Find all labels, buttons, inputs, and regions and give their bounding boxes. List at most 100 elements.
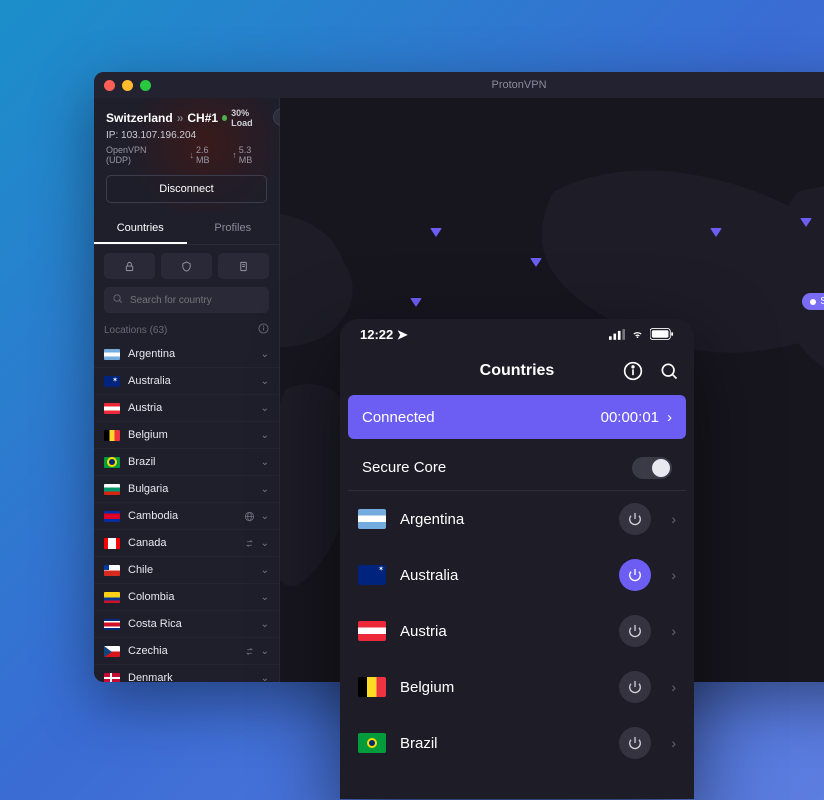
mobile-country-name: Austria (400, 623, 605, 640)
power-button[interactable] (619, 615, 651, 647)
country-item[interactable]: Chile⌄ (94, 557, 279, 584)
tor-filter-button[interactable] (161, 253, 212, 279)
flag-icon (104, 592, 120, 603)
chevron-down-icon: ⌄ (261, 619, 269, 630)
power-button[interactable] (619, 727, 651, 759)
globe-icon (244, 511, 255, 522)
country-item[interactable]: Belgium⌄ (94, 422, 279, 449)
power-button[interactable] (619, 559, 651, 591)
close-window-button[interactable] (104, 80, 115, 91)
download-speed: ↓ 2.6 MB (190, 145, 225, 165)
flag-icon (358, 677, 386, 697)
server-marker-icon[interactable] (430, 228, 442, 237)
mobile-country-list[interactable]: Argentina›Australia›Austria›Belgium›Braz… (340, 491, 694, 799)
country-item[interactable]: Costa Rica ⌄ (94, 611, 279, 638)
mobile-time: 12:22 ➤ (360, 327, 408, 343)
mobile-country-name: Belgium (400, 679, 605, 696)
country-name: Canada (128, 537, 236, 549)
chevron-down-icon: ⌄ (261, 457, 269, 468)
chevron-down-icon: ⌄ (261, 673, 269, 683)
secure-core-row: Secure Core (348, 445, 686, 491)
chevron-down-icon: ⌄ (261, 376, 269, 387)
mobile-country-item[interactable]: Australia› (340, 547, 694, 603)
zoom-window-button[interactable] (140, 80, 151, 91)
server-marker-icon[interactable] (710, 228, 722, 237)
flag-icon (358, 733, 386, 753)
disconnect-button[interactable]: Disconnect (106, 175, 267, 203)
connection-server: CH#1 (187, 111, 218, 125)
server-marker-icon[interactable] (530, 258, 542, 267)
mobile-country-name: Brazil (400, 735, 605, 752)
country-name: Brazil (128, 456, 253, 468)
search-icon (112, 293, 123, 307)
country-item[interactable]: Czechia ⌄ (94, 638, 279, 665)
chevron-down-icon: ⌄ (261, 646, 269, 657)
mobile-country-item[interactable]: Argentina› (340, 491, 694, 547)
flag-icon (104, 511, 120, 522)
sidebar-tabs: Countries Profiles (94, 213, 279, 245)
mobile-status-bar: 12:22 ➤ (340, 319, 694, 351)
mobile-app: 12:22 ➤ Countries Connected 00:00:01 › S… (340, 319, 694, 799)
country-item[interactable]: Bulgaria⌄ (94, 476, 279, 503)
mobile-country-item[interactable]: Austria› (340, 603, 694, 659)
tab-countries[interactable]: Countries (94, 213, 187, 244)
server-marker-icon[interactable] (800, 218, 812, 227)
country-list[interactable]: Argentina⌄Australia⌄Austria⌄Belgium⌄Braz… (94, 341, 279, 682)
country-item[interactable]: Austria⌄ (94, 395, 279, 422)
chevron-down-icon: ⌄ (261, 349, 269, 360)
power-button[interactable] (619, 671, 651, 703)
mobile-country-item[interactable]: Belgium› (340, 659, 694, 715)
power-button[interactable] (619, 503, 651, 535)
info-button[interactable] (622, 360, 644, 382)
chevron-down-icon: ⌄ (261, 538, 269, 549)
country-item[interactable]: Argentina⌄ (94, 341, 279, 368)
country-item[interactable]: Canada ⌄ (94, 530, 279, 557)
country-item[interactable]: Colombia ⌄ (94, 584, 279, 611)
connection-header: ‹ Switzerland » CH#1 30% Load IP: 103.10… (94, 98, 279, 213)
country-name: Bulgaria (128, 483, 253, 495)
country-name: Australia (128, 375, 253, 387)
mobile-timer: 00:00:01 (601, 409, 659, 426)
traffic-lights (104, 80, 151, 91)
mobile-country-item[interactable]: Brazil› (340, 715, 694, 771)
chevron-right-icon: › (671, 511, 676, 527)
country-item[interactable]: Australia ⌄ (94, 368, 279, 395)
flag-icon (104, 457, 120, 468)
flag-icon (104, 430, 120, 441)
country-name: Colombia (128, 591, 253, 603)
flag-icon (104, 565, 120, 576)
mobile-header: Countries (340, 351, 694, 391)
battery-icon (650, 328, 674, 343)
titlebar: ProtonVPN (94, 72, 824, 98)
country-item[interactable]: Brazil ⌄ (94, 449, 279, 476)
shield-icon (181, 261, 192, 272)
country-name: Costa Rica (128, 618, 253, 630)
country-name: Czechia (128, 645, 236, 657)
document-icon (238, 261, 249, 272)
country-name: Chile (128, 564, 253, 576)
chevron-down-icon: ⌄ (261, 592, 269, 603)
country-item[interactable]: Denmark⌄ (94, 665, 279, 682)
search-input[interactable] (104, 287, 269, 313)
chevron-down-icon: ⌄ (261, 403, 269, 414)
search-button[interactable] (658, 360, 680, 382)
p2p-filter-button[interactable] (218, 253, 269, 279)
secure-core-toggle[interactable] (632, 457, 672, 479)
upload-speed: ↑ 5.3 MB (232, 145, 267, 165)
chevron-down-icon: ⌄ (261, 430, 269, 441)
flag-icon (104, 484, 120, 495)
chevron-right-icon: › (671, 567, 676, 583)
signal-icon (609, 328, 625, 343)
minimize-window-button[interactable] (122, 80, 133, 91)
secure-core-filter-button[interactable] (104, 253, 155, 279)
country-name: Cambodia (128, 510, 236, 522)
flag-icon (358, 509, 386, 529)
tab-profiles[interactable]: Profiles (187, 213, 280, 244)
chevron-down-icon: ⌄ (261, 511, 269, 522)
info-icon[interactable] (258, 323, 269, 337)
mobile-connected-bar[interactable]: Connected 00:00:01 › (348, 395, 686, 439)
server-marker-icon[interactable] (410, 298, 422, 307)
mobile-header-title: Countries (480, 362, 555, 380)
country-item[interactable]: Cambodia ⌄ (94, 503, 279, 530)
connection-protocol: OpenVPN (UDP) (106, 145, 174, 165)
